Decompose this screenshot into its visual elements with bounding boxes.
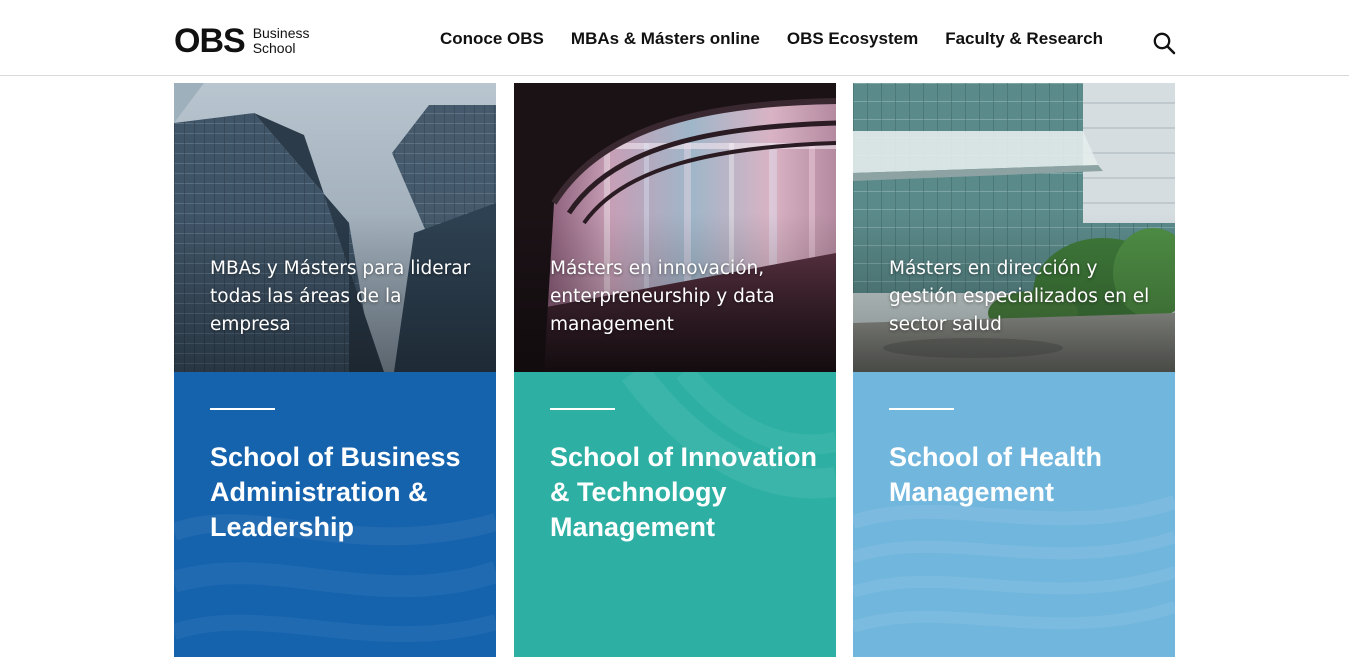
accent-rule: [889, 408, 954, 410]
card-image-tunnel: Másters en innovación, enterpreneurship …: [514, 83, 836, 372]
site-header: OBS Business School Conoce OBS MBAs & Má…: [0, 0, 1349, 76]
card-caption: Másters en innovación, enterpreneurship …: [550, 258, 775, 335]
card-image-hospital: Másters en dirección y gestión especiali…: [853, 83, 1175, 372]
logo-line-2: School: [252, 40, 296, 56]
card-business-administration[interactable]: MBAs y Másters para liderar todas las ár…: [174, 83, 496, 657]
logo-mark: OBS: [174, 22, 246, 60]
school-title: School of Business Administration & Lead…: [210, 442, 461, 542]
wave-pattern: [853, 495, 1175, 633]
school-title: School of Health Management: [889, 442, 1103, 507]
nav-faculty-research[interactable]: Faculty & Research: [945, 29, 1103, 49]
accent-rule: [210, 408, 275, 410]
logo-line-1: Business: [252, 25, 310, 41]
main-nav: Conoce OBS MBAs & Másters online OBS Eco…: [440, 29, 1130, 49]
card-image-skyscrapers: MBAs y Másters para liderar todas las ár…: [174, 83, 496, 372]
card-body: School of Health Management: [853, 372, 1175, 657]
card-health-management[interactable]: Másters en dirección y gestión especiali…: [853, 83, 1175, 657]
card-body: School of Innovation & Technology Manage…: [514, 372, 836, 657]
logo-subtitle: Business School: [253, 26, 310, 56]
school-title: School of Innovation & Technology Manage…: [550, 442, 817, 542]
card-caption: MBAs y Másters para liderar todas las ár…: [210, 258, 471, 335]
card-caption: Másters en dirección y gestión especiali…: [889, 258, 1150, 335]
accent-rule: [550, 408, 615, 410]
obs-logo[interactable]: OBS Business School: [174, 24, 310, 58]
card-body: School of Business Administration & Lead…: [174, 372, 496, 657]
nav-conoce-obs[interactable]: Conoce OBS: [440, 29, 544, 49]
nav-mbas-masters[interactable]: MBAs & Másters online: [571, 29, 760, 49]
card-innovation-technology[interactable]: Másters en innovación, enterpreneurship …: [514, 83, 836, 657]
nav-obs-ecosystem[interactable]: OBS Ecosystem: [787, 29, 918, 49]
search-icon[interactable]: [1152, 31, 1176, 55]
